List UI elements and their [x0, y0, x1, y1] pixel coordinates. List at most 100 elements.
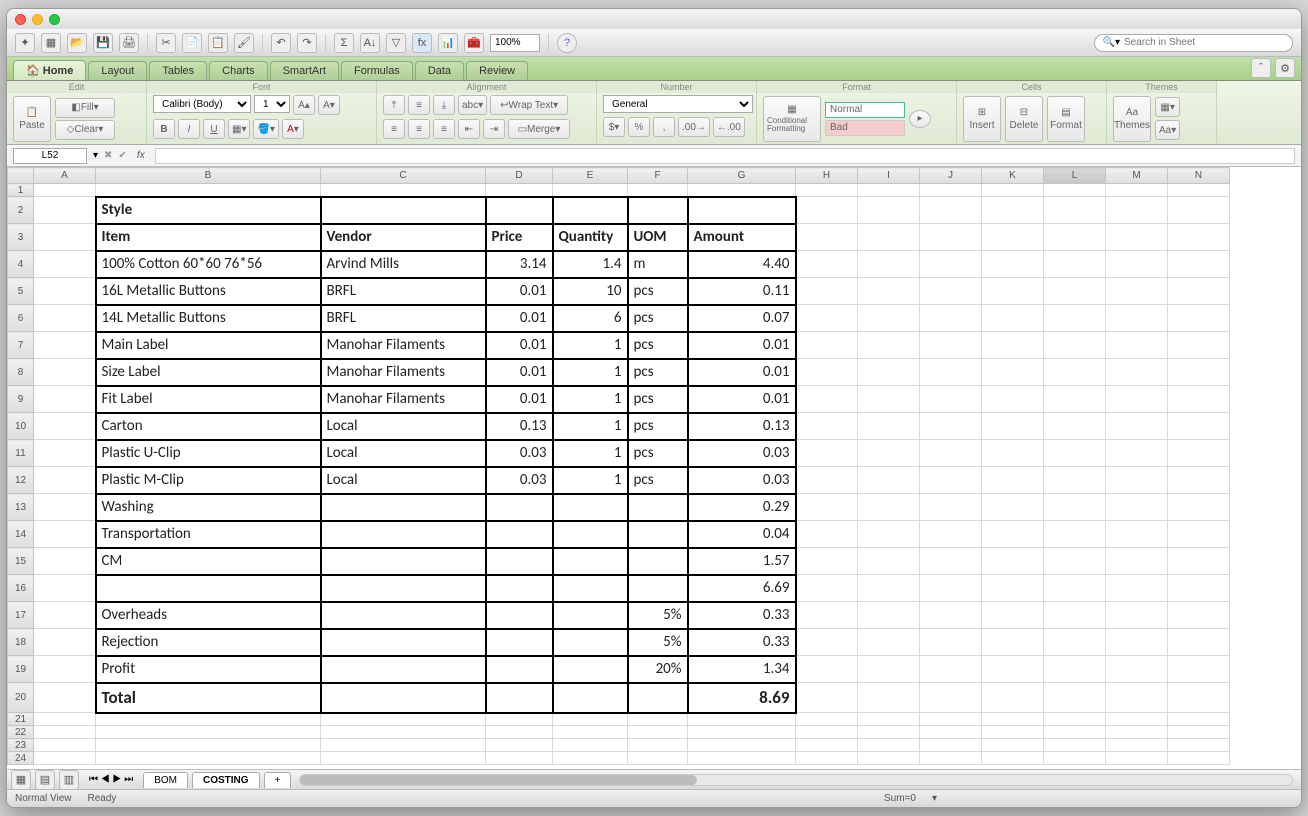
- cell-M16[interactable]: [1106, 575, 1168, 602]
- cell-B22[interactable]: [96, 726, 321, 739]
- cell-A17[interactable]: [34, 602, 96, 629]
- view-normal-icon[interactable]: ▦: [11, 770, 31, 790]
- cell-K22[interactable]: [982, 726, 1044, 739]
- horizontal-scrollbar[interactable]: [299, 774, 1293, 786]
- tab-home[interactable]: 🏠 Home: [13, 60, 86, 80]
- cell-C12[interactable]: Local: [321, 467, 486, 494]
- cell-F17[interactable]: 5%: [628, 602, 688, 629]
- cell-M19[interactable]: [1106, 656, 1168, 683]
- cell-M14[interactable]: [1106, 521, 1168, 548]
- wrap-text-button[interactable]: ↩ Wrap Text ▾: [490, 95, 568, 115]
- cell-F15[interactable]: [628, 548, 688, 575]
- cell-I1[interactable]: [858, 184, 920, 197]
- cell-J11[interactable]: [920, 440, 982, 467]
- cell-I6[interactable]: [858, 305, 920, 332]
- chart-icon[interactable]: 📊: [438, 33, 458, 53]
- cell-A22[interactable]: [34, 726, 96, 739]
- cell-C15[interactable]: [321, 548, 486, 575]
- shrink-font-icon[interactable]: A▾: [318, 95, 340, 115]
- cell-G24[interactable]: [688, 752, 796, 765]
- cell-H7[interactable]: [796, 332, 858, 359]
- cell-J13[interactable]: [920, 494, 982, 521]
- cell-C3[interactable]: Vendor: [321, 224, 486, 251]
- font-size-select[interactable]: 12: [254, 95, 290, 113]
- cell-G4[interactable]: 4.40: [688, 251, 796, 278]
- cell-F6[interactable]: pcs: [628, 305, 688, 332]
- cell-H2[interactable]: [796, 197, 858, 224]
- cell-D4[interactable]: 3.14: [486, 251, 553, 278]
- paste-button[interactable]: 📋Paste: [13, 96, 51, 142]
- cell-I19[interactable]: [858, 656, 920, 683]
- col-header-M[interactable]: M: [1106, 168, 1168, 184]
- row-header-23[interactable]: 23: [8, 739, 34, 752]
- cell-K12[interactable]: [982, 467, 1044, 494]
- align-top-icon[interactable]: ⤒: [383, 95, 405, 115]
- cell-C14[interactable]: [321, 521, 486, 548]
- cell-M21[interactable]: [1106, 713, 1168, 726]
- cell-M3[interactable]: [1106, 224, 1168, 251]
- format-cells-button[interactable]: ▤Format: [1047, 96, 1085, 142]
- cancel-formula-icon[interactable]: ✖: [104, 150, 112, 161]
- cell-N3[interactable]: [1168, 224, 1230, 251]
- cell-B14[interactable]: Transportation: [96, 521, 321, 548]
- cell-N6[interactable]: [1168, 305, 1230, 332]
- row-header-7[interactable]: 7: [8, 332, 34, 359]
- cell-F19[interactable]: 20%: [628, 656, 688, 683]
- cell-I11[interactable]: [858, 440, 920, 467]
- conditional-formatting-button[interactable]: ▦Conditional Formatting: [763, 96, 821, 142]
- cell-D10[interactable]: 0.13: [486, 413, 553, 440]
- cell-K20[interactable]: [982, 683, 1044, 713]
- cell-F1[interactable]: [628, 184, 688, 197]
- cell-I10[interactable]: [858, 413, 920, 440]
- zoom-icon[interactable]: [49, 14, 60, 25]
- cell-I16[interactable]: [858, 575, 920, 602]
- cell-A18[interactable]: [34, 629, 96, 656]
- cell-L15[interactable]: [1044, 548, 1106, 575]
- cut-icon[interactable]: ✂: [156, 33, 176, 53]
- tab-formulas[interactable]: Formulas: [341, 61, 413, 80]
- cell-N15[interactable]: [1168, 548, 1230, 575]
- name-box[interactable]: [13, 148, 87, 164]
- cell-E8[interactable]: 1: [553, 359, 628, 386]
- cell-L18[interactable]: [1044, 629, 1106, 656]
- cell-I15[interactable]: [858, 548, 920, 575]
- cell-F10[interactable]: pcs: [628, 413, 688, 440]
- cell-C19[interactable]: [321, 656, 486, 683]
- row-header-4[interactable]: 4: [8, 251, 34, 278]
- cell-C13[interactable]: [321, 494, 486, 521]
- paste-icon[interactable]: 📋: [208, 33, 228, 53]
- cell-G14[interactable]: 0.04: [688, 521, 796, 548]
- cell-B16[interactable]: [96, 575, 321, 602]
- cell-E15[interactable]: [553, 548, 628, 575]
- cell-E11[interactable]: 1: [553, 440, 628, 467]
- cell-H14[interactable]: [796, 521, 858, 548]
- cell-E3[interactable]: Quantity: [553, 224, 628, 251]
- col-header-corner[interactable]: [8, 168, 34, 184]
- cell-N18[interactable]: [1168, 629, 1230, 656]
- cell-K14[interactable]: [982, 521, 1044, 548]
- row-header-17[interactable]: 17: [8, 602, 34, 629]
- cell-G15[interactable]: 1.57: [688, 548, 796, 575]
- col-header-J[interactable]: J: [920, 168, 982, 184]
- cell-A11[interactable]: [34, 440, 96, 467]
- cell-L24[interactable]: [1044, 752, 1106, 765]
- cell-E7[interactable]: 1: [553, 332, 628, 359]
- cell-A13[interactable]: [34, 494, 96, 521]
- tab-data[interactable]: Data: [415, 61, 464, 80]
- cell-G9[interactable]: 0.01: [688, 386, 796, 413]
- border-button[interactable]: ▦▾: [228, 119, 250, 139]
- cell-I14[interactable]: [858, 521, 920, 548]
- cell-D22[interactable]: [486, 726, 553, 739]
- themes-button[interactable]: AaThemes: [1113, 96, 1151, 142]
- cell-G18[interactable]: 0.33: [688, 629, 796, 656]
- cell-D5[interactable]: 0.01: [486, 278, 553, 305]
- cell-L16[interactable]: [1044, 575, 1106, 602]
- help-icon[interactable]: ?: [557, 33, 577, 53]
- cell-L17[interactable]: [1044, 602, 1106, 629]
- cell-I4[interactable]: [858, 251, 920, 278]
- cell-D12[interactable]: 0.03: [486, 467, 553, 494]
- cell-H15[interactable]: [796, 548, 858, 575]
- cell-N4[interactable]: [1168, 251, 1230, 278]
- row-header-24[interactable]: 24: [8, 752, 34, 765]
- cell-K2[interactable]: [982, 197, 1044, 224]
